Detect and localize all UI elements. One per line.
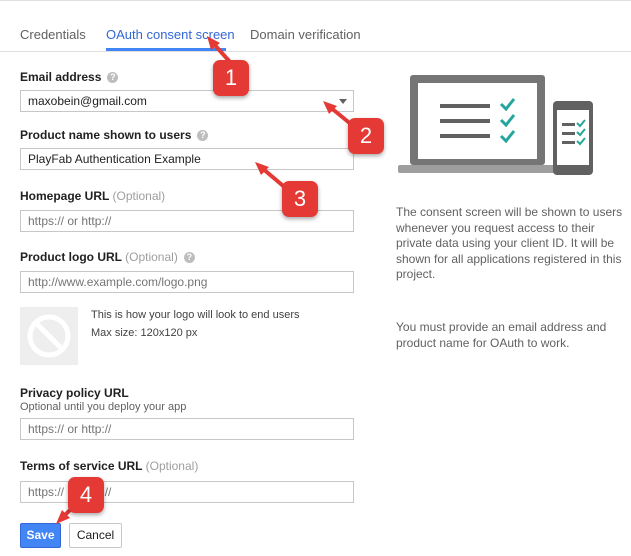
dropdown-arrow-icon: [339, 99, 347, 104]
consent-description: The consent screen will be shown to user…: [396, 205, 623, 281]
email-label-text: Email address: [20, 70, 102, 84]
homepage-label-text: Homepage URL: [20, 189, 110, 203]
terms-of-service-label: Terms of service URL (Optional): [20, 459, 198, 473]
product-name-label: Product name shown to users?: [20, 128, 209, 142]
email-label: Email address?: [20, 70, 119, 84]
consent-requirement-note: You must provide an email address and pr…: [396, 320, 607, 350]
logo-note-size-preview: This is how your logo will look to end u…: [91, 309, 300, 321]
no-image-icon: [27, 314, 71, 358]
logo-url-label: Product logo URL (Optional)?: [20, 250, 195, 264]
help-icon[interactable]: ?: [183, 252, 195, 263]
terms-label-text: Terms of service URL: [20, 459, 143, 473]
optional-tag: (Optional): [125, 250, 178, 264]
top-divider: [0, 0, 631, 5]
logo-note-max-size: Max size: 120x120 px: [91, 327, 198, 339]
email-select-value: maxobein@gmail.com: [28, 94, 147, 108]
callout-4: 4: [68, 477, 104, 513]
product-name-input[interactable]: [20, 148, 354, 170]
tab-bar: Credentials OAuth consent screen Domain …: [0, 20, 631, 52]
cancel-button[interactable]: Cancel: [69, 523, 122, 548]
logo-url-label-text: Product logo URL: [20, 250, 122, 264]
logo-preview: [20, 307, 78, 365]
save-button[interactable]: Save: [20, 523, 61, 548]
phone-illustration: [553, 101, 593, 175]
active-tab-indicator: [106, 48, 226, 51]
tab-domain-verification[interactable]: Domain verification: [250, 27, 361, 42]
tab-credentials[interactable]: Credentials: [20, 27, 86, 42]
callout-2: 2: [348, 118, 384, 154]
logo-url-input[interactable]: [20, 271, 354, 293]
callout-3: 3: [282, 181, 318, 217]
privacy-policy-label: Privacy policy URL: [20, 386, 129, 400]
callout-1: 1: [213, 60, 249, 96]
optional-tag: (Optional): [145, 459, 199, 473]
optional-tag: (Optional): [112, 189, 166, 203]
tab-oauth-consent-screen[interactable]: OAuth consent screen: [106, 27, 235, 42]
email-select[interactable]: maxobein@gmail.com: [20, 90, 354, 112]
privacy-policy-input[interactable]: [20, 418, 354, 440]
help-icon[interactable]: ?: [197, 130, 209, 141]
product-name-label-text: Product name shown to users: [20, 128, 192, 142]
help-icon[interactable]: ?: [107, 72, 119, 83]
privacy-policy-sublabel: Optional until you deploy your app: [20, 401, 187, 413]
laptop-illustration: [398, 75, 556, 173]
homepage-label: Homepage URL (Optional): [20, 189, 165, 203]
